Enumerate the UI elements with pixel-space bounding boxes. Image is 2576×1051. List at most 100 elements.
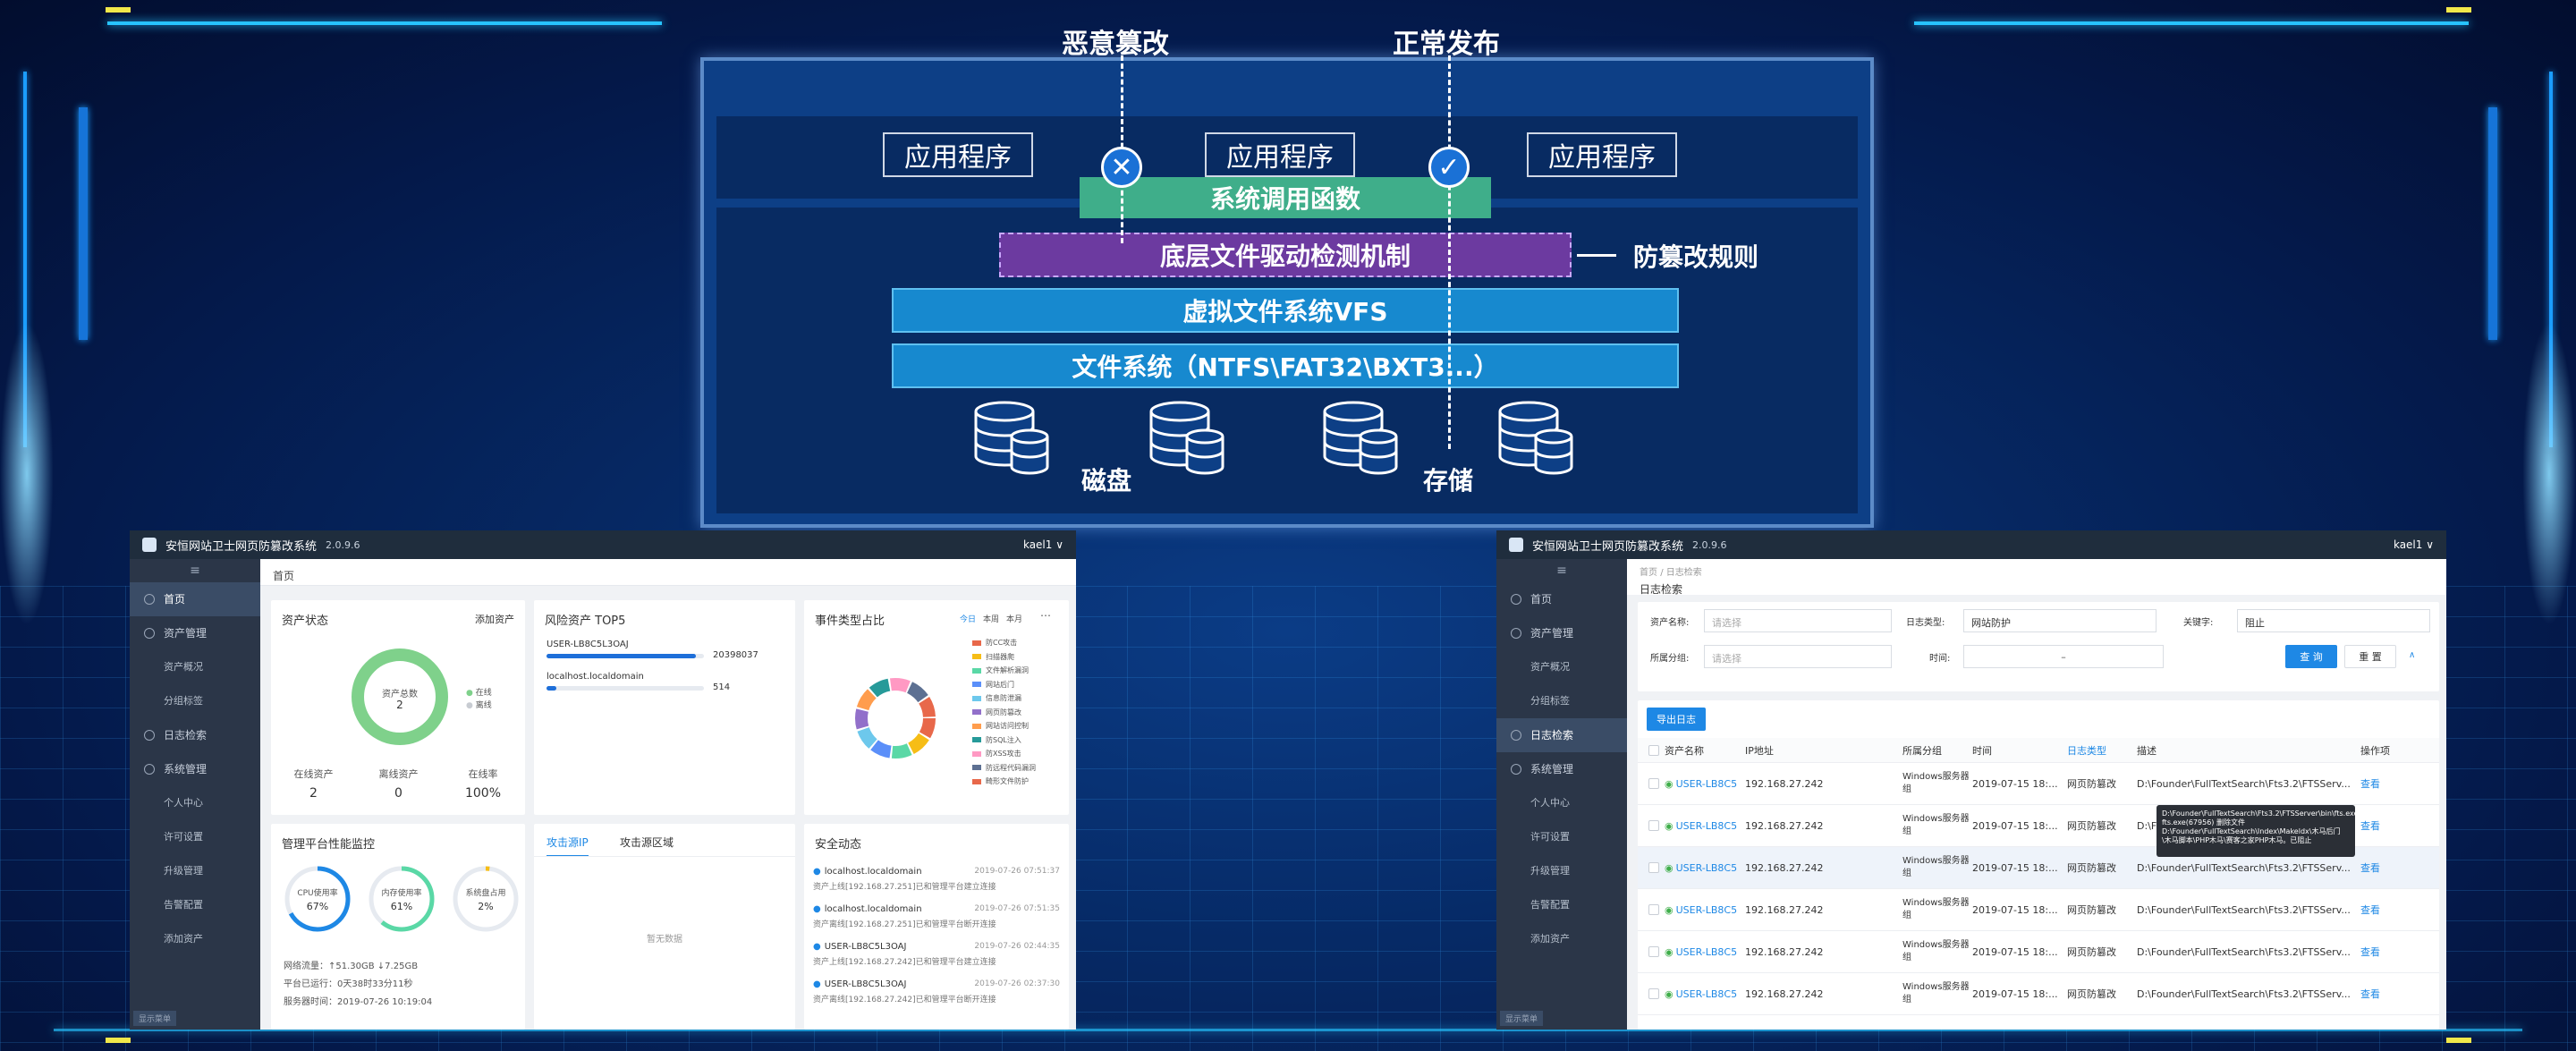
row-checkbox[interactable] <box>1648 988 1659 999</box>
asset-link[interactable]: USER-LB8C5 <box>1676 904 1738 916</box>
group-select[interactable]: 请选择 <box>1704 645 1892 668</box>
sidebar-item-alerts[interactable]: 告警配置 <box>130 888 260 922</box>
menu-toggle-icon[interactable]: ≡ <box>1496 559 1627 582</box>
export-button[interactable]: 导出日志 <box>1647 708 1706 731</box>
sidebar-item-upgrade[interactable]: 升级管理 <box>1496 854 1627 888</box>
breadcrumb-current: 日志检索 <box>1665 568 1702 578</box>
tab-month[interactable]: 本月 <box>1006 613 1022 624</box>
view-link[interactable]: 查看 <box>2360 903 2396 917</box>
security-item[interactable]: ● localhost.localdomain 2019-07-26 07:51:3… <box>813 904 1060 940</box>
asset-link[interactable]: USER-LB8C5 <box>1676 946 1738 958</box>
sidebar-item-asset-overview[interactable]: 资产概况 <box>1496 650 1627 684</box>
sidebar-item-home[interactable]: 首页 <box>1496 582 1627 616</box>
security-item[interactable]: ● USER-LB8C5L3OAJ 2019-07-26 02:37:30 资产离线[… <box>813 979 1060 1015</box>
row-checkbox[interactable] <box>1648 820 1659 831</box>
type-cell: 网页防篡改 <box>2067 904 2116 916</box>
select-all-checkbox[interactable] <box>1648 744 1659 756</box>
user-menu[interactable]: kael1 ∨ <box>2394 538 2434 551</box>
sidebar-item-alerts[interactable]: 告警配置 <box>1496 888 1627 922</box>
view-link[interactable]: 查看 <box>2360 860 2396 875</box>
server-icon: ● <box>813 979 821 989</box>
security-item[interactable]: ● localhost.localdomain 2019-07-26 07:51:3… <box>813 867 1060 903</box>
desc-cell: D:\Founder\FullTextSearch\Fts3.2\FTSServ… <box>2137 987 2351 1000</box>
row-checkbox[interactable] <box>1648 904 1659 915</box>
sidebar-item-upgrade[interactable]: 升级管理 <box>130 854 260 888</box>
sidebar-item-add-asset[interactable]: 添加资产 <box>130 922 260 956</box>
sidebar-item-system[interactable]: 系统管理 <box>1496 752 1627 786</box>
desc-cell: D:\Founder\FullTextSearch\Fts3.2\FTSServ… <box>2137 861 2351 874</box>
ip-cell: 192.168.27.242 <box>1745 819 1824 832</box>
view-link[interactable]: 查看 <box>2360 776 2396 791</box>
table-row[interactable]: ◉ USER-LB8C5 192.168.27.242 Windows服务器组 2019… <box>1638 931 2439 973</box>
top-bar: 安恒网站卫士网页防篡改系统 2.0.9.6 kael1 ∨ <box>130 530 1076 559</box>
risk-item-value: 20398037 <box>713 650 758 660</box>
sidebar-item-asset-overview[interactable]: 资产概况 <box>130 650 260 684</box>
risk-item-name[interactable]: localhost.localdomain <box>547 672 644 682</box>
view-link[interactable]: 查看 <box>2360 987 2396 1001</box>
tab-today[interactable]: 今日 <box>960 613 976 624</box>
sidebar-item-add-asset[interactable]: 添加资产 <box>1496 922 1627 956</box>
gauge-value: 2% <box>478 901 494 912</box>
asset-link[interactable]: USER-LB8C5 <box>1676 820 1738 832</box>
legend-item: 网站后门 <box>972 678 1036 692</box>
total-label: 资产总数 <box>382 690 418 699</box>
log-type-select[interactable]: 网站防护 <box>1963 609 2157 632</box>
legend-item: 防XSS攻击 <box>972 747 1036 761</box>
sidebar-item-profile[interactable]: 个人中心 <box>130 786 260 820</box>
asset-name-select[interactable]: 请选择 <box>1704 609 1892 632</box>
sidebar-item-profile[interactable]: 个人中心 <box>1496 786 1627 820</box>
view-link[interactable]: 查看 <box>2360 945 2396 959</box>
risk-item-name[interactable]: USER-LB8C5L3OAJ <box>547 640 629 649</box>
more-icon[interactable]: ⋯ <box>1040 609 1051 622</box>
sidebar-item-system[interactable]: 系统管理 <box>130 752 260 786</box>
table-row[interactable]: ◉ USER-LB8C5 192.168.27.242 Windows服务器组 2019… <box>1638 889 2439 931</box>
asset-link[interactable]: USER-LB8C5 <box>1676 988 1738 1000</box>
legend-item: 防SQL注入 <box>972 733 1036 748</box>
tab-attack-region[interactable]: 攻击源区域 <box>620 835 674 850</box>
sidebar-item-group-tags[interactable]: 分组标签 <box>130 684 260 718</box>
table-row[interactable]: ◉ USER-LB8C5 192.168.27.242 Windows服务器组 2019… <box>1638 973 2439 1015</box>
view-link[interactable]: 查看 <box>2360 818 2396 833</box>
reset-button[interactable]: 重 置 <box>2344 645 2396 668</box>
sidebar-item-log-search[interactable]: 日志检索 <box>130 718 260 752</box>
collapse-icon[interactable]: ∧ <box>2409 650 2415 660</box>
user-menu[interactable]: kael1 ∨ <box>1023 538 1063 551</box>
time-range-picker[interactable]: – <box>1963 645 2164 668</box>
fs-box: 文件系统（NTFS\FAT32\BXT3...） <box>892 343 1679 388</box>
menu-toggle-icon[interactable]: ≡ <box>130 559 260 582</box>
legend-swatch <box>972 737 981 743</box>
sidebar-item-log-search[interactable]: 日志检索 <box>1496 718 1627 752</box>
sidebar-item-license[interactable]: 许可设置 <box>130 820 260 854</box>
row-checkbox[interactable] <box>1648 862 1659 873</box>
sidebar-item-group-tags[interactable]: 分组标签 <box>1496 684 1627 718</box>
driver-box: 底层文件驱动检测机制 <box>999 233 1572 277</box>
table-row[interactable]: ◉ USER-LB8C5 192.168.27.242 Windows服务器组 2019… <box>1638 763 2439 805</box>
log-icon <box>144 730 155 741</box>
breadcrumb-home[interactable]: 首页 <box>1640 568 1657 578</box>
uptime-row: 平台已运行：0天38时33分11秒 <box>284 979 413 989</box>
keyword-input[interactable]: 阻止 <box>2237 609 2430 632</box>
sidebar-item-assets[interactable]: 资产管理 <box>130 616 260 650</box>
row-checkbox[interactable] <box>1648 778 1659 789</box>
sidebar-footer[interactable]: 显示菜单 <box>133 1011 177 1026</box>
security-time: 2019-07-26 07:51:37 <box>974 867 1060 876</box>
sidebar-item-home[interactable]: 首页 <box>130 582 260 616</box>
type-cell: 网页防篡改 <box>2067 820 2116 832</box>
asset-link[interactable]: USER-LB8C5 <box>1676 862 1738 874</box>
tab-week[interactable]: 本周 <box>983 613 999 624</box>
row-checkbox[interactable] <box>1648 946 1659 957</box>
sidebar-footer[interactable]: 显示菜单 <box>1500 1011 1544 1026</box>
query-button[interactable]: 查 询 <box>2285 645 2337 668</box>
type-cell: 网页防篡改 <box>2067 862 2116 874</box>
sidebar-item-label: 日志检索 <box>164 729 208 742</box>
tab-attack-ip[interactable]: 攻击源IP <box>547 835 589 857</box>
security-item[interactable]: ● USER-LB8C5L3OAJ 2019-07-26 02:44:35 资产上线[… <box>813 942 1060 978</box>
sidebar-item-assets[interactable]: 资产管理 <box>1496 616 1627 650</box>
card-title: 事件类型占比 <box>815 614 886 628</box>
sidebar-item-license[interactable]: 许可设置 <box>1496 820 1627 854</box>
app-version: 2.0.9.6 <box>326 538 360 551</box>
asset-link[interactable]: USER-LB8C5 <box>1676 778 1738 790</box>
col-header-sortable[interactable]: 日志类型 <box>2067 743 2137 758</box>
add-asset-link[interactable]: 添加资产 <box>475 612 514 626</box>
card-title: 资产状态 <box>282 614 329 628</box>
